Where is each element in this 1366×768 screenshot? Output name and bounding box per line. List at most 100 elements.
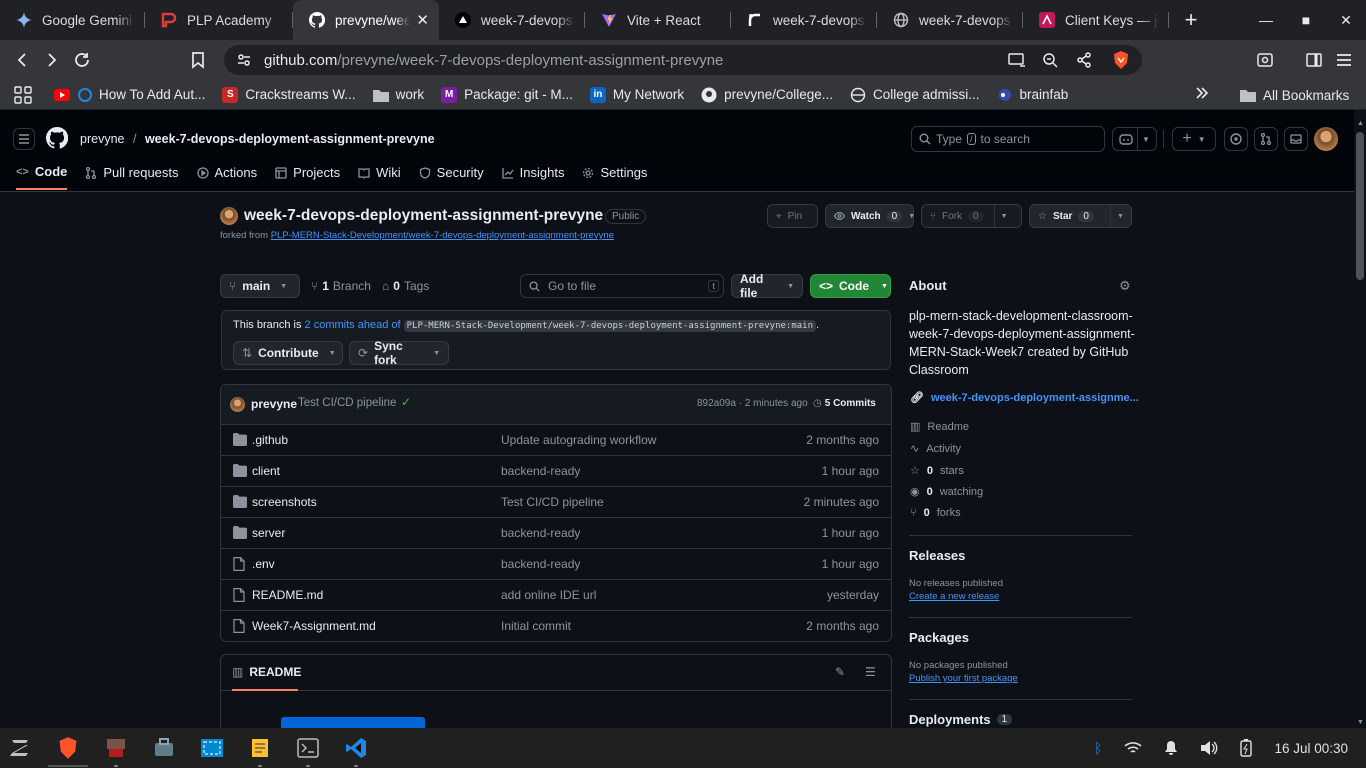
tab-projects[interactable]: Projects [275, 164, 340, 190]
bookmark-crackstreams[interactable]: S Crackstreams W... [222, 86, 356, 103]
repo-title[interactable]: week-7-devops-deployment-assignment-prev… [244, 207, 603, 225]
bluetooth-icon[interactable]: ᛒ [1094, 740, 1102, 756]
reload-icon[interactable] [67, 45, 97, 75]
breadcrumb-repo[interactable]: week-7-devops-deployment-assignment-prev… [145, 132, 435, 146]
tags-link[interactable]: ⌂ 0 Tags [382, 279, 429, 293]
deployments-link[interactable]: Deployments 1 [909, 712, 1013, 727]
scroll-down-icon[interactable]: ▼ [1357, 719, 1364, 726]
new-tab-button[interactable]: + [1175, 4, 1207, 36]
tab-actions[interactable]: Actions [196, 164, 257, 190]
go-to-file-input[interactable]: Go to file t [520, 274, 724, 298]
latest-commit-message[interactable]: Test CI/CD pipeline [298, 397, 396, 409]
table-row[interactable]: server backend-ready 1 hour ago [221, 517, 891, 548]
watching-link[interactable]: ◉ 0 watching [910, 485, 983, 499]
file-name[interactable]: Week7-Assignment.md [252, 619, 376, 633]
contribute-button[interactable]: ⇅ Contribute ▼ [233, 341, 343, 365]
tab-wiki[interactable]: Wiki [358, 164, 401, 190]
table-row[interactable]: .github Update autograding workflow 2 mont… [221, 424, 891, 455]
forks-link[interactable]: ⑂ 0 forks [910, 507, 961, 519]
watch-button[interactable]: Watch 0 ▼ [825, 204, 915, 228]
table-row[interactable]: client backend-ready 1 hour ago [221, 455, 891, 486]
hamburger-menu-icon[interactable] [13, 128, 35, 150]
commit-author-avatar[interactable] [230, 397, 245, 412]
copilot-button[interactable]: ▼ [1112, 127, 1157, 151]
terminal-icon[interactable] [288, 728, 328, 768]
maximize-icon[interactable]: ■ [1286, 12, 1326, 28]
ahead-commits-link[interactable]: 2 commits ahead of [305, 319, 401, 331]
text-editor-icon[interactable] [240, 728, 280, 768]
bookmark-package-git[interactable]: M Package: git - M... [441, 86, 573, 103]
breadcrumb-owner[interactable]: prevyne [80, 132, 124, 146]
bookmark-prevyne-college[interactable]: prevyne/College... [701, 87, 833, 103]
table-row[interactable]: README.md add online IDE url yesterday [221, 579, 891, 610]
back-icon[interactable] [7, 45, 37, 75]
reading-mode-icon[interactable] [1256, 51, 1274, 69]
readme-link[interactable]: ▥ Readme [910, 420, 969, 434]
bookmark-icon[interactable] [183, 45, 213, 75]
sync-fork-button[interactable]: ⟳ Sync fork ▼ [349, 339, 449, 367]
youtube-icon[interactable] [54, 88, 70, 101]
bookmark-how-to-add-auth[interactable]: How To Add Aut... [78, 87, 205, 102]
minimize-icon[interactable]: — [1246, 12, 1286, 28]
tab-clerk[interactable]: Client Keys — je [1023, 0, 1169, 40]
screenshot-icon[interactable] [192, 728, 232, 768]
code-button[interactable]: <> Code ▼ [810, 274, 891, 298]
stars-link[interactable]: ☆ 0 stars [910, 464, 964, 478]
forward-icon[interactable] [37, 45, 67, 75]
menu-icon[interactable] [1335, 51, 1353, 69]
bookmark-folder-work[interactable]: work [372, 87, 424, 103]
bookmark-college-admissions[interactable]: College admissi... [850, 87, 980, 103]
releases-title[interactable]: Releases [909, 548, 965, 563]
file-name[interactable]: server [252, 526, 285, 540]
tab-globe[interactable]: week-7-devops [877, 0, 1023, 40]
battery-icon[interactable] [1240, 739, 1253, 757]
tab-github-repo[interactable]: prevyne/week-7-devops-deployment-assignm… [293, 0, 439, 40]
commit-message[interactable]: Update autograding workflow [501, 433, 656, 447]
commit-hash[interactable]: 892a09a [697, 398, 736, 409]
tab-pull-requests[interactable]: Pull requests [85, 164, 179, 190]
branches-link[interactable]: ⑂ 1 Branch [311, 279, 371, 293]
table-row[interactable]: .env backend-ready 1 hour ago [221, 548, 891, 579]
github-logo-icon[interactable] [46, 127, 68, 149]
avatar[interactable] [1314, 127, 1338, 151]
apps-grid-icon[interactable] [14, 85, 32, 104]
homepage-link[interactable]: 🔗︎ week-7-devops-deployment-assignme... [910, 391, 1139, 405]
tab-insights[interactable]: Insights [501, 164, 564, 190]
create-new-button[interactable]: + ▼ [1172, 127, 1216, 151]
pencil-icon[interactable]: ✎ [835, 665, 845, 679]
scrollbar-thumb[interactable] [1356, 132, 1364, 280]
share-icon[interactable] [1076, 52, 1092, 68]
forked-from-link[interactable]: PLP-MERN-Stack-Development/week-7-devops… [271, 230, 614, 241]
create-release-link[interactable]: Create a new release [909, 591, 999, 602]
tab-vercel[interactable]: week-7-devops [439, 0, 585, 40]
site-settings-icon[interactable] [236, 52, 252, 68]
tab-settings[interactable]: Settings [582, 164, 647, 190]
page-scrollbar[interactable]: ▲ ▼ [1354, 118, 1366, 728]
inbox-icon[interactable] [1284, 127, 1308, 151]
all-bookmarks-folder[interactable]: All Bookmarks [1240, 87, 1349, 103]
commit-message[interactable]: Initial commit [501, 619, 571, 633]
bookmark-my-network[interactable]: in My Network [589, 86, 684, 103]
owner-avatar[interactable] [220, 207, 238, 225]
file-name[interactable]: client [252, 464, 280, 478]
bookmark-brainfab[interactable]: brainfab [997, 87, 1068, 103]
readme-tab[interactable]: ▥ README [232, 665, 301, 691]
commits-link[interactable]: ◷ 5 Commits [813, 398, 876, 409]
activity-link[interactable]: ∿ Activity [910, 442, 961, 456]
notifications-icon[interactable] [1164, 740, 1178, 756]
branch-selector[interactable]: ⑂ main ▼ [220, 274, 300, 298]
add-file-button[interactable]: Add file ▼ [731, 272, 803, 300]
global-search-input[interactable]: Type / to search [911, 126, 1105, 152]
file-name[interactable]: screenshots [252, 495, 317, 509]
commit-author[interactable]: prevyne [251, 397, 297, 411]
pin-button[interactable]: ⌖ Pin [767, 204, 818, 228]
fork-button[interactable]: ⑂ Fork 0 ▼ [921, 204, 1022, 228]
tab-vite-react[interactable]: Vite + React [585, 0, 731, 40]
cast-icon[interactable] [1008, 52, 1026, 68]
pull-requests-icon[interactable] [1254, 127, 1278, 151]
close-window-icon[interactable]: ✕ [1326, 12, 1366, 29]
packages-title[interactable]: Packages [909, 630, 969, 645]
check-icon[interactable]: ✓ [401, 395, 411, 409]
commit-message[interactable]: backend-ready [501, 464, 580, 478]
vscode-icon[interactable] [336, 728, 376, 768]
